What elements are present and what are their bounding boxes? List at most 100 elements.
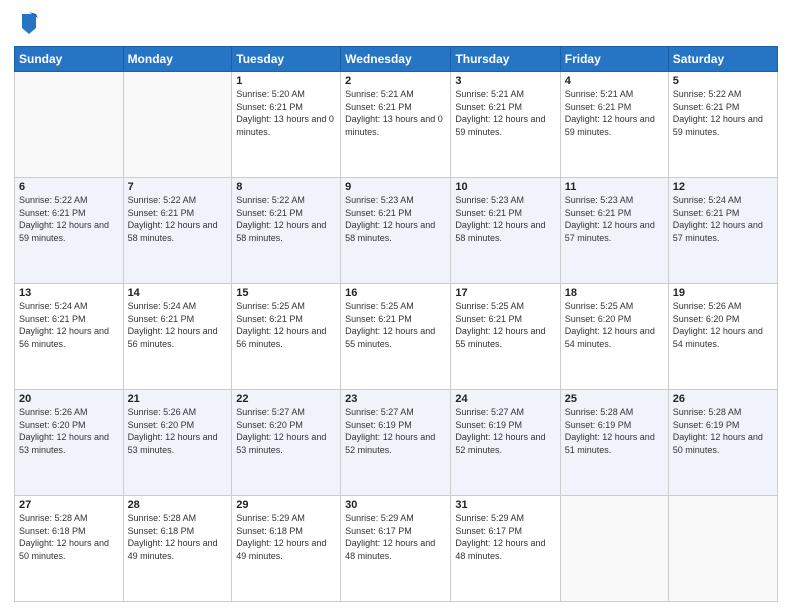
day-info: Sunrise: 5:23 AMSunset: 6:21 PMDaylight:… bbox=[345, 194, 446, 244]
calendar-cell: 16Sunrise: 5:25 AMSunset: 6:21 PMDayligh… bbox=[341, 284, 451, 390]
day-info: Sunrise: 5:27 AMSunset: 6:19 PMDaylight:… bbox=[455, 406, 555, 456]
weekday-header-friday: Friday bbox=[560, 47, 668, 72]
day-number: 14 bbox=[128, 287, 228, 299]
logo bbox=[14, 10, 40, 38]
day-info: Sunrise: 5:26 AMSunset: 6:20 PMDaylight:… bbox=[19, 406, 119, 456]
calendar-cell: 14Sunrise: 5:24 AMSunset: 6:21 PMDayligh… bbox=[123, 284, 232, 390]
day-number: 6 bbox=[19, 181, 119, 193]
calendar-cell: 1Sunrise: 5:20 AMSunset: 6:21 PMDaylight… bbox=[232, 72, 341, 178]
day-number: 10 bbox=[455, 181, 555, 193]
day-number: 13 bbox=[19, 287, 119, 299]
day-info: Sunrise: 5:28 AMSunset: 6:19 PMDaylight:… bbox=[565, 406, 664, 456]
calendar-cell: 25Sunrise: 5:28 AMSunset: 6:19 PMDayligh… bbox=[560, 390, 668, 496]
day-info: Sunrise: 5:21 AMSunset: 6:21 PMDaylight:… bbox=[455, 88, 555, 138]
day-number: 31 bbox=[455, 499, 555, 511]
day-number: 18 bbox=[565, 287, 664, 299]
calendar-cell: 26Sunrise: 5:28 AMSunset: 6:19 PMDayligh… bbox=[668, 390, 777, 496]
day-info: Sunrise: 5:28 AMSunset: 6:19 PMDaylight:… bbox=[673, 406, 773, 456]
calendar-cell: 23Sunrise: 5:27 AMSunset: 6:19 PMDayligh… bbox=[341, 390, 451, 496]
day-number: 3 bbox=[455, 75, 555, 87]
day-number: 22 bbox=[236, 393, 336, 405]
calendar-cell: 10Sunrise: 5:23 AMSunset: 6:21 PMDayligh… bbox=[451, 178, 560, 284]
logo-icon bbox=[18, 10, 40, 38]
day-number: 30 bbox=[345, 499, 446, 511]
page: SundayMondayTuesdayWednesdayThursdayFrid… bbox=[0, 0, 792, 612]
day-info: Sunrise: 5:28 AMSunset: 6:18 PMDaylight:… bbox=[19, 512, 119, 562]
weekday-header-tuesday: Tuesday bbox=[232, 47, 341, 72]
day-number: 21 bbox=[128, 393, 228, 405]
calendar-table: SundayMondayTuesdayWednesdayThursdayFrid… bbox=[14, 46, 778, 602]
day-number: 16 bbox=[345, 287, 446, 299]
day-number: 15 bbox=[236, 287, 336, 299]
calendar-cell: 30Sunrise: 5:29 AMSunset: 6:17 PMDayligh… bbox=[341, 496, 451, 602]
calendar-cell: 4Sunrise: 5:21 AMSunset: 6:21 PMDaylight… bbox=[560, 72, 668, 178]
calendar-cell bbox=[560, 496, 668, 602]
calendar-cell: 8Sunrise: 5:22 AMSunset: 6:21 PMDaylight… bbox=[232, 178, 341, 284]
day-number: 11 bbox=[565, 181, 664, 193]
calendar-cell: 20Sunrise: 5:26 AMSunset: 6:20 PMDayligh… bbox=[15, 390, 124, 496]
day-info: Sunrise: 5:21 AMSunset: 6:21 PMDaylight:… bbox=[565, 88, 664, 138]
day-info: Sunrise: 5:28 AMSunset: 6:18 PMDaylight:… bbox=[128, 512, 228, 562]
day-info: Sunrise: 5:29 AMSunset: 6:18 PMDaylight:… bbox=[236, 512, 336, 562]
day-info: Sunrise: 5:26 AMSunset: 6:20 PMDaylight:… bbox=[128, 406, 228, 456]
day-number: 29 bbox=[236, 499, 336, 511]
day-number: 2 bbox=[345, 75, 446, 87]
day-info: Sunrise: 5:25 AMSunset: 6:20 PMDaylight:… bbox=[565, 300, 664, 350]
calendar-cell bbox=[123, 72, 232, 178]
calendar-cell: 29Sunrise: 5:29 AMSunset: 6:18 PMDayligh… bbox=[232, 496, 341, 602]
day-info: Sunrise: 5:29 AMSunset: 6:17 PMDaylight:… bbox=[455, 512, 555, 562]
calendar-cell: 3Sunrise: 5:21 AMSunset: 6:21 PMDaylight… bbox=[451, 72, 560, 178]
calendar-week-3: 13Sunrise: 5:24 AMSunset: 6:21 PMDayligh… bbox=[15, 284, 778, 390]
day-number: 7 bbox=[128, 181, 228, 193]
day-info: Sunrise: 5:25 AMSunset: 6:21 PMDaylight:… bbox=[345, 300, 446, 350]
calendar-cell bbox=[15, 72, 124, 178]
day-info: Sunrise: 5:23 AMSunset: 6:21 PMDaylight:… bbox=[455, 194, 555, 244]
day-number: 25 bbox=[565, 393, 664, 405]
day-number: 4 bbox=[565, 75, 664, 87]
calendar-cell: 9Sunrise: 5:23 AMSunset: 6:21 PMDaylight… bbox=[341, 178, 451, 284]
calendar-week-5: 27Sunrise: 5:28 AMSunset: 6:18 PMDayligh… bbox=[15, 496, 778, 602]
calendar-cell: 19Sunrise: 5:26 AMSunset: 6:20 PMDayligh… bbox=[668, 284, 777, 390]
day-number: 26 bbox=[673, 393, 773, 405]
day-info: Sunrise: 5:23 AMSunset: 6:21 PMDaylight:… bbox=[565, 194, 664, 244]
day-number: 23 bbox=[345, 393, 446, 405]
day-info: Sunrise: 5:24 AMSunset: 6:21 PMDaylight:… bbox=[19, 300, 119, 350]
calendar-week-1: 1Sunrise: 5:20 AMSunset: 6:21 PMDaylight… bbox=[15, 72, 778, 178]
day-info: Sunrise: 5:27 AMSunset: 6:20 PMDaylight:… bbox=[236, 406, 336, 456]
day-number: 9 bbox=[345, 181, 446, 193]
calendar-cell: 13Sunrise: 5:24 AMSunset: 6:21 PMDayligh… bbox=[15, 284, 124, 390]
calendar-cell: 27Sunrise: 5:28 AMSunset: 6:18 PMDayligh… bbox=[15, 496, 124, 602]
day-info: Sunrise: 5:24 AMSunset: 6:21 PMDaylight:… bbox=[128, 300, 228, 350]
weekday-header-row: SundayMondayTuesdayWednesdayThursdayFrid… bbox=[15, 47, 778, 72]
weekday-header-thursday: Thursday bbox=[451, 47, 560, 72]
calendar-cell: 12Sunrise: 5:24 AMSunset: 6:21 PMDayligh… bbox=[668, 178, 777, 284]
header bbox=[14, 10, 778, 38]
weekday-header-wednesday: Wednesday bbox=[341, 47, 451, 72]
day-number: 20 bbox=[19, 393, 119, 405]
calendar-cell: 21Sunrise: 5:26 AMSunset: 6:20 PMDayligh… bbox=[123, 390, 232, 496]
calendar-cell bbox=[668, 496, 777, 602]
day-info: Sunrise: 5:29 AMSunset: 6:17 PMDaylight:… bbox=[345, 512, 446, 562]
day-number: 5 bbox=[673, 75, 773, 87]
calendar-cell: 17Sunrise: 5:25 AMSunset: 6:21 PMDayligh… bbox=[451, 284, 560, 390]
calendar-cell: 2Sunrise: 5:21 AMSunset: 6:21 PMDaylight… bbox=[341, 72, 451, 178]
calendar-week-4: 20Sunrise: 5:26 AMSunset: 6:20 PMDayligh… bbox=[15, 390, 778, 496]
calendar-cell: 7Sunrise: 5:22 AMSunset: 6:21 PMDaylight… bbox=[123, 178, 232, 284]
day-info: Sunrise: 5:22 AMSunset: 6:21 PMDaylight:… bbox=[236, 194, 336, 244]
weekday-header-monday: Monday bbox=[123, 47, 232, 72]
calendar-cell: 22Sunrise: 5:27 AMSunset: 6:20 PMDayligh… bbox=[232, 390, 341, 496]
calendar-cell: 15Sunrise: 5:25 AMSunset: 6:21 PMDayligh… bbox=[232, 284, 341, 390]
day-info: Sunrise: 5:25 AMSunset: 6:21 PMDaylight:… bbox=[236, 300, 336, 350]
calendar-cell: 18Sunrise: 5:25 AMSunset: 6:20 PMDayligh… bbox=[560, 284, 668, 390]
day-info: Sunrise: 5:20 AMSunset: 6:21 PMDaylight:… bbox=[236, 88, 336, 138]
day-info: Sunrise: 5:26 AMSunset: 6:20 PMDaylight:… bbox=[673, 300, 773, 350]
day-info: Sunrise: 5:22 AMSunset: 6:21 PMDaylight:… bbox=[19, 194, 119, 244]
day-number: 24 bbox=[455, 393, 555, 405]
day-number: 12 bbox=[673, 181, 773, 193]
day-number: 27 bbox=[19, 499, 119, 511]
calendar-cell: 11Sunrise: 5:23 AMSunset: 6:21 PMDayligh… bbox=[560, 178, 668, 284]
day-info: Sunrise: 5:22 AMSunset: 6:21 PMDaylight:… bbox=[673, 88, 773, 138]
calendar-week-2: 6Sunrise: 5:22 AMSunset: 6:21 PMDaylight… bbox=[15, 178, 778, 284]
calendar-cell: 28Sunrise: 5:28 AMSunset: 6:18 PMDayligh… bbox=[123, 496, 232, 602]
weekday-header-saturday: Saturday bbox=[668, 47, 777, 72]
